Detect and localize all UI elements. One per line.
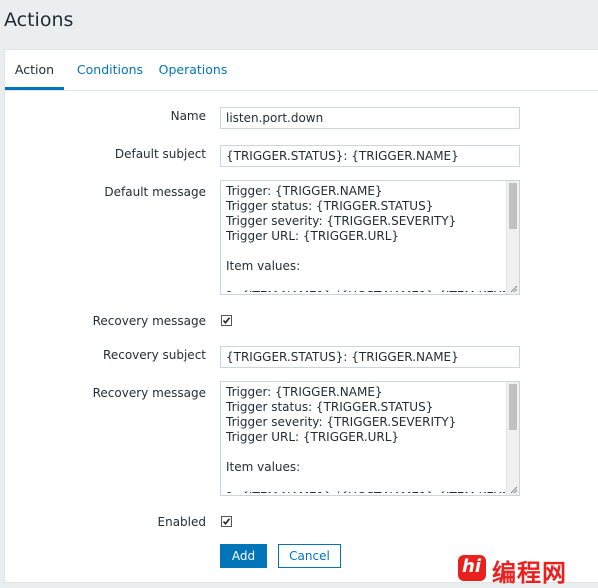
recovery-subject-label: Recovery subject (103, 348, 206, 362)
resize-grip-icon[interactable] (509, 485, 518, 494)
recovery-subject-input[interactable]: {TRIGGER.STATUS}: {TRIGGER.NAME} (220, 346, 520, 368)
default-message-label: Default message (104, 185, 206, 199)
checkmark-icon (222, 518, 231, 526)
name-label: Name (170, 109, 206, 123)
enabled-label: Enabled (157, 515, 207, 529)
scrollbar-thumb[interactable] (509, 384, 517, 430)
recovery-message-scrollbar[interactable] (506, 382, 519, 495)
recovery-message-label: Recovery message (92, 386, 206, 400)
enabled-checkbox[interactable] (221, 516, 232, 527)
recovery-message-checkbox[interactable] (221, 315, 232, 326)
recovery-message-text: Trigger: {TRIGGER.NAME} Trigger status: … (226, 385, 505, 493)
name-input[interactable]: listen.port.down (220, 107, 520, 129)
recovery-message-textarea[interactable]: Trigger: {TRIGGER.NAME} Trigger status: … (220, 381, 520, 496)
default-subject-label: Default subject (114, 147, 206, 161)
tab-operations[interactable]: Operations (156, 50, 230, 89)
watermark-logo-text: hi (462, 556, 481, 577)
recovery-message-checkbox-label: Recovery message (92, 314, 206, 328)
add-button[interactable]: Add (220, 544, 267, 568)
default-message-text: Trigger: {TRIGGER.NAME} Trigger status: … (226, 184, 505, 292)
resize-grip-icon[interactable] (509, 284, 518, 293)
default-message-scrollbar[interactable] (506, 181, 519, 294)
tab-action[interactable]: Action (5, 50, 64, 90)
default-subject-input[interactable]: {TRIGGER.STATUS}: {TRIGGER.NAME} (220, 145, 520, 167)
scrollbar-thumb[interactable] (509, 183, 517, 229)
tab-conditions[interactable]: Conditions (69, 50, 151, 89)
page-title: Actions (4, 9, 74, 31)
checkmark-icon (222, 317, 231, 325)
default-message-textarea[interactable]: Trigger: {TRIGGER.NAME} Trigger status: … (220, 180, 520, 295)
cancel-button[interactable]: Cancel (278, 544, 341, 568)
tab-bar: Action Conditions Operations (5, 50, 598, 91)
watermark-logo: hi 编程网 (456, 553, 594, 587)
